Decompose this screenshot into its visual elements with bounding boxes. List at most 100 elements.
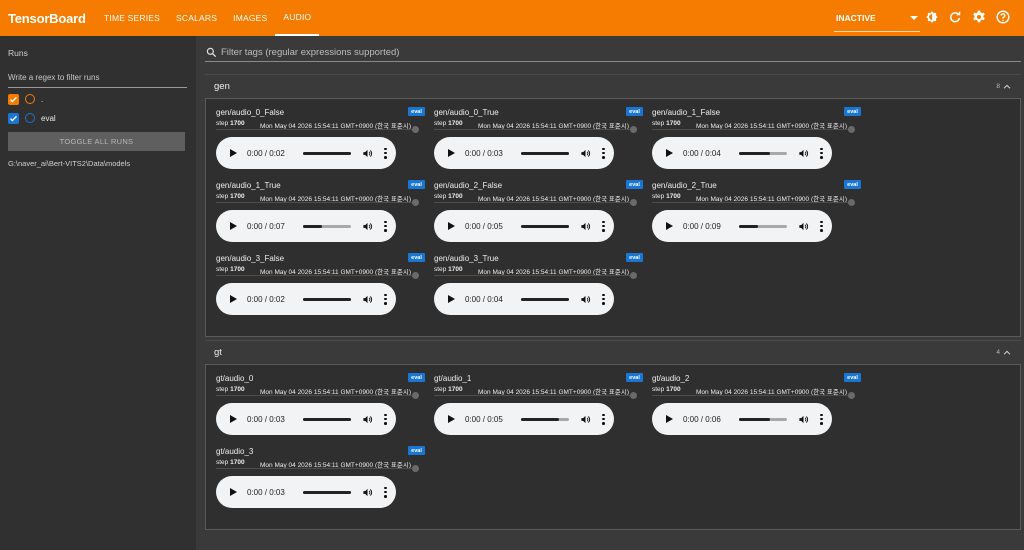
step-slider-knob[interactable] [630, 126, 637, 133]
step-slider-knob[interactable] [848, 126, 855, 133]
audio-progress-bar[interactable] [521, 417, 569, 421]
run-checkbox[interactable] [8, 93, 19, 105]
audio-tag: gt/audio_2 [652, 374, 690, 383]
more-options-icon[interactable] [384, 220, 387, 232]
play-icon[interactable] [448, 295, 456, 303]
reload-icon[interactable] [948, 10, 962, 24]
more-options-icon[interactable] [602, 293, 605, 305]
volume-icon[interactable] [580, 148, 591, 159]
more-options-icon[interactable] [820, 413, 823, 425]
tab-time-series[interactable]: TIME SERIES [96, 0, 168, 36]
volume-icon[interactable] [580, 221, 591, 232]
step-label: step 1700 [652, 120, 681, 127]
volume-icon[interactable] [362, 294, 373, 305]
step-slider-knob[interactable] [412, 199, 419, 206]
step-slider-knob[interactable] [630, 199, 637, 206]
step-slider[interactable] [216, 465, 419, 472]
group-header-gt[interactable]: gt 4 [205, 340, 1021, 364]
run-name: eval [41, 113, 56, 123]
audio-progress-bar[interactable] [303, 417, 351, 421]
tab-scalars[interactable]: SCALARS [168, 0, 225, 36]
step-slider[interactable] [434, 126, 637, 133]
step-slider[interactable] [216, 199, 419, 206]
volume-icon[interactable] [580, 294, 591, 305]
volume-icon[interactable] [798, 414, 809, 425]
run-checkbox[interactable] [8, 112, 19, 124]
inactive-plugins-dropdown[interactable]: INACTIVE [834, 4, 920, 32]
step-slider[interactable] [434, 199, 637, 206]
settings-icon[interactable] [972, 10, 986, 24]
chevron-up-icon[interactable] [1002, 348, 1012, 358]
more-options-icon[interactable] [820, 220, 823, 232]
run-regex-filter-input[interactable] [8, 68, 187, 88]
volume-icon[interactable] [362, 221, 373, 232]
toggle-all-runs-button[interactable]: TOGGLE ALL RUNS [8, 132, 185, 151]
step-slider-knob[interactable] [412, 126, 419, 133]
tab-images[interactable]: IMAGES [225, 0, 275, 36]
audio-progress-bar[interactable] [303, 490, 351, 494]
step-slider-knob[interactable] [412, 465, 419, 472]
step-slider-knob[interactable] [630, 392, 637, 399]
step-slider[interactable] [216, 392, 419, 399]
audio-progress-bar[interactable] [521, 224, 569, 228]
step-slider[interactable] [652, 126, 855, 133]
play-icon[interactable] [230, 295, 238, 303]
play-icon[interactable] [230, 222, 238, 230]
more-options-icon[interactable] [384, 293, 387, 305]
chevron-up-icon[interactable] [1002, 82, 1012, 92]
volume-icon[interactable] [362, 148, 373, 159]
more-options-icon[interactable] [602, 220, 605, 232]
run-color-swatch[interactable] [25, 94, 35, 104]
audio-card: gt/audio_3 eval step 1700 Mon May 04 202… [206, 446, 425, 514]
audio-progress-bar[interactable] [521, 297, 569, 301]
step-slider[interactable] [216, 272, 419, 279]
tag-filter-input[interactable] [221, 47, 1021, 58]
step-slider-knob[interactable] [630, 272, 637, 279]
play-icon[interactable] [230, 149, 238, 157]
more-options-icon[interactable] [384, 413, 387, 425]
more-options-icon[interactable] [602, 147, 605, 159]
volume-icon[interactable] [798, 148, 809, 159]
play-icon[interactable] [230, 488, 238, 496]
volume-icon[interactable] [580, 414, 591, 425]
step-slider[interactable] [652, 199, 855, 206]
volume-icon[interactable] [362, 414, 373, 425]
step-slider[interactable] [434, 392, 637, 399]
more-options-icon[interactable] [602, 413, 605, 425]
step-value: 1700 [230, 193, 245, 200]
audio-progress-bar[interactable] [303, 224, 351, 228]
play-icon[interactable] [666, 415, 674, 423]
help-icon[interactable] [996, 10, 1010, 24]
step-value: 1700 [448, 266, 463, 273]
brightness-icon[interactable] [925, 10, 939, 24]
audio-progress-bar[interactable] [739, 417, 787, 421]
step-slider[interactable] [652, 392, 855, 399]
step-slider[interactable] [434, 272, 637, 279]
group-header-gen[interactable]: gen 8 [205, 74, 1021, 98]
tab-audio[interactable]: AUDIO [275, 0, 320, 36]
more-options-icon[interactable] [384, 147, 387, 159]
more-options-icon[interactable] [820, 147, 823, 159]
audio-progress-bar[interactable] [303, 151, 351, 155]
step-slider[interactable] [216, 126, 419, 133]
play-icon[interactable] [666, 222, 674, 230]
audio-progress-bar[interactable] [739, 151, 787, 155]
play-icon[interactable] [448, 415, 456, 423]
more-options-icon[interactable] [384, 486, 387, 498]
step-slider-knob[interactable] [412, 392, 419, 399]
audio-progress-bar[interactable] [521, 151, 569, 155]
step-slider-knob[interactable] [848, 392, 855, 399]
volume-icon[interactable] [362, 487, 373, 498]
run-chip: eval [408, 446, 425, 455]
audio-progress-bar[interactable] [303, 297, 351, 301]
play-icon[interactable] [666, 149, 674, 157]
volume-icon[interactable] [798, 221, 809, 232]
play-icon[interactable] [448, 222, 456, 230]
step-slider-knob[interactable] [848, 199, 855, 206]
play-icon[interactable] [230, 415, 238, 423]
step-slider-knob[interactable] [412, 272, 419, 279]
audio-progress-bar[interactable] [739, 224, 787, 228]
tag-filter-bar [205, 44, 1021, 62]
play-icon[interactable] [448, 149, 456, 157]
run-color-swatch[interactable] [25, 113, 35, 123]
